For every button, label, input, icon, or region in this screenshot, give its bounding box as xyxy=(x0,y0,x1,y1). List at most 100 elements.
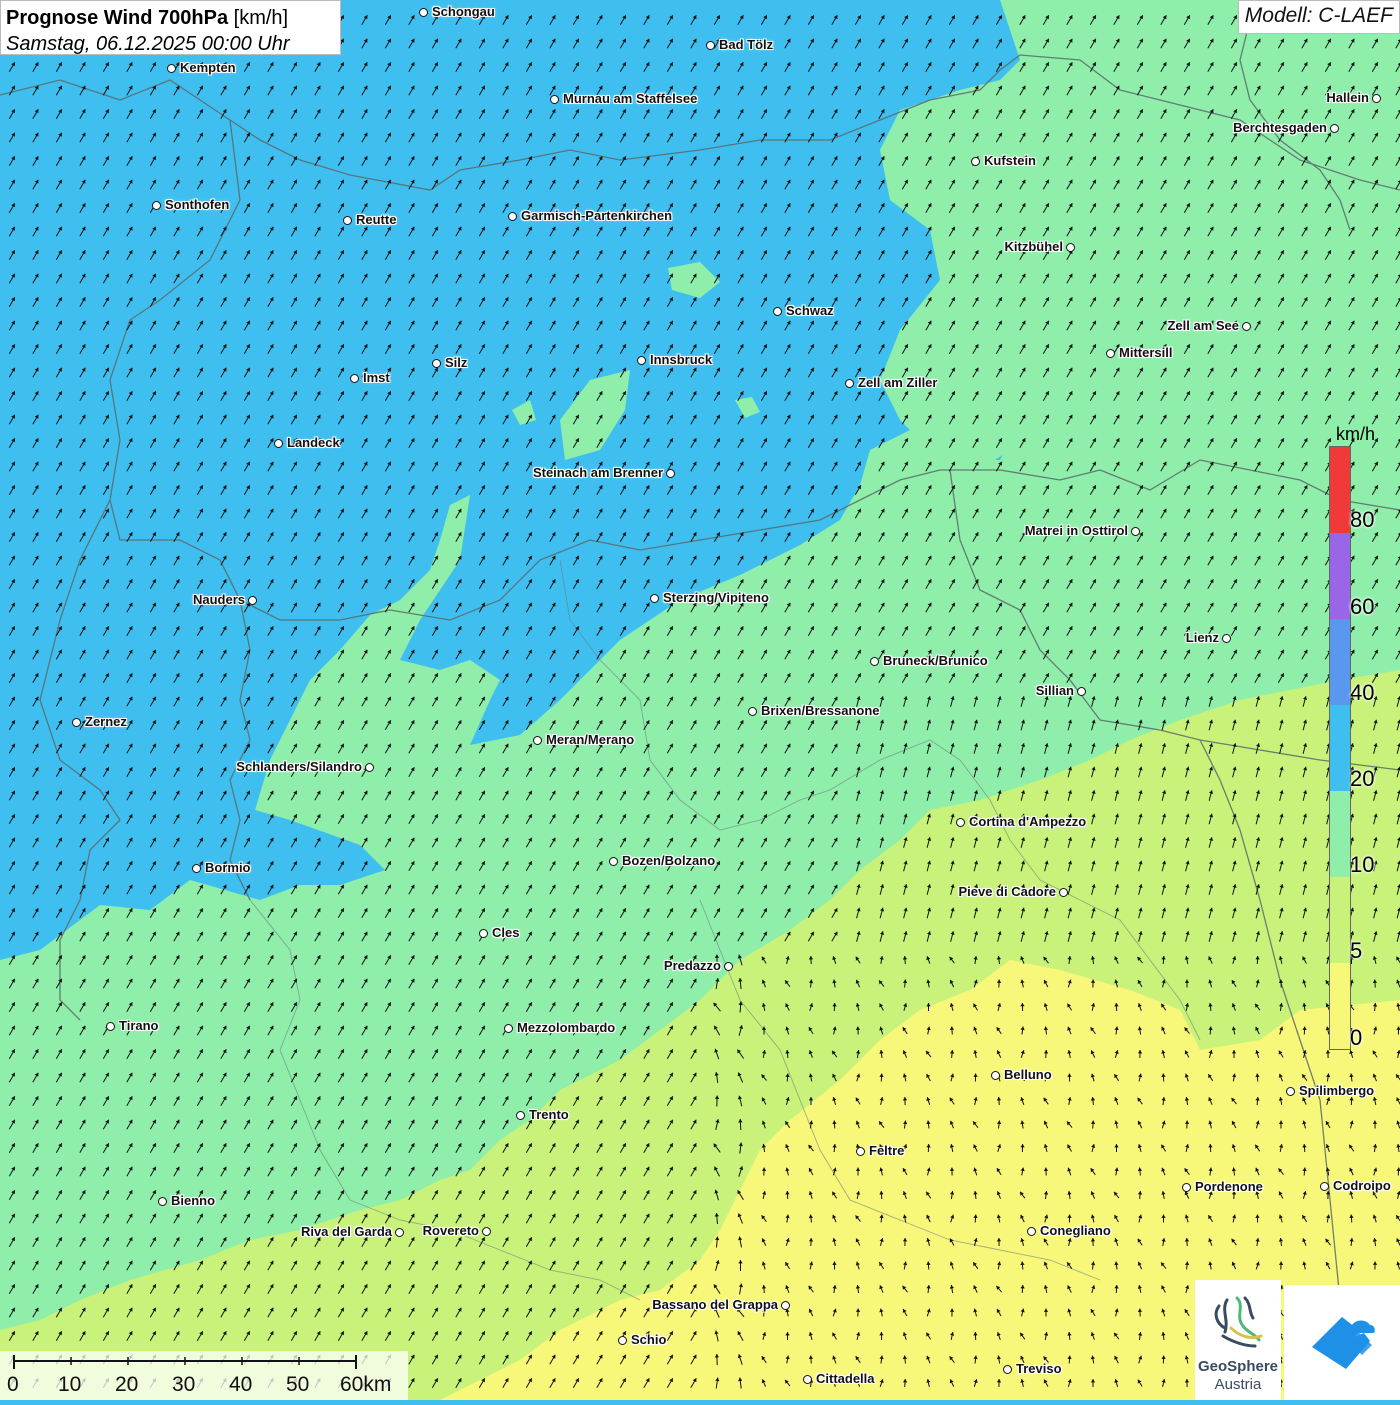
city-marker xyxy=(274,439,283,448)
city-label: Cles xyxy=(492,925,519,940)
city-label: Steinach am Brenner xyxy=(533,465,663,480)
city-label: Pordenone xyxy=(1195,1179,1263,1194)
legend-seg-0-5 xyxy=(1329,963,1351,1050)
legend-seg-10-20 xyxy=(1329,791,1351,877)
city-marker xyxy=(781,1301,790,1310)
city-marker xyxy=(991,1071,1000,1080)
city-marker xyxy=(1106,349,1115,358)
city-marker xyxy=(248,596,257,605)
city-label: Murnau am Staffelsee xyxy=(563,91,697,106)
city-label: Mittersill xyxy=(1119,345,1172,360)
map-title-unit: [km/h] xyxy=(228,7,288,29)
city-label: Bormio xyxy=(205,860,251,875)
scale-label-0: 0 xyxy=(7,1373,19,1397)
city-label: Brixen/Bressanone xyxy=(761,703,880,718)
city-marker xyxy=(1059,888,1068,897)
city-marker xyxy=(1320,1182,1329,1191)
city-label: Schlanders/Silandro xyxy=(236,759,362,774)
city-label: Cittadella xyxy=(816,1371,875,1386)
city-marker xyxy=(516,1111,525,1120)
city-marker xyxy=(1242,322,1251,331)
weather-app-logo[interactable] xyxy=(1284,1285,1400,1400)
city-marker xyxy=(971,157,980,166)
city-label: Kempten xyxy=(180,60,236,75)
city-marker xyxy=(666,469,675,478)
city-marker xyxy=(482,1227,491,1236)
city-marker xyxy=(167,64,176,73)
city-marker xyxy=(1003,1365,1012,1374)
city-label: Meran/Merano xyxy=(546,732,634,747)
city-marker xyxy=(618,1336,627,1345)
city-marker xyxy=(508,212,517,221)
legend-seg-60-80 xyxy=(1329,533,1351,619)
city-label: Schio xyxy=(631,1332,666,1347)
city-marker xyxy=(803,1375,812,1384)
weather-app-logo-icon xyxy=(1284,1285,1400,1400)
city-label: Treviso xyxy=(1016,1361,1062,1376)
city-marker xyxy=(637,356,646,365)
city-marker xyxy=(748,707,757,716)
city-label: Trento xyxy=(529,1107,569,1122)
city-label: Hallein xyxy=(1326,90,1369,105)
scale-label-60km: 60km xyxy=(340,1373,391,1397)
legend-label-20: 20 xyxy=(1350,766,1374,792)
city-label: Imst xyxy=(363,370,390,385)
city-marker xyxy=(1330,124,1339,133)
city-label: Garmisch-Partenkirchen xyxy=(521,208,672,223)
city-marker xyxy=(1182,1183,1191,1192)
city-marker xyxy=(1077,687,1086,696)
city-marker xyxy=(550,95,559,104)
city-label: Sonthofen xyxy=(165,197,229,212)
city-label: Lienz xyxy=(1186,630,1219,645)
city-marker xyxy=(533,736,542,745)
legend-label-40: 40 xyxy=(1350,680,1374,706)
geosphere-logo-line2: Austria xyxy=(1195,1376,1281,1393)
legend-seg-5-10 xyxy=(1329,877,1351,963)
city-marker xyxy=(72,718,81,727)
city-marker xyxy=(395,1228,404,1237)
city-label: Belluno xyxy=(1004,1067,1052,1082)
city-marker xyxy=(870,657,879,666)
city-label: Sillian xyxy=(1036,683,1074,698)
city-marker xyxy=(350,374,359,383)
city-label: Mezzolombardo xyxy=(517,1020,615,1035)
city-label: Codroipo xyxy=(1333,1178,1391,1193)
city-label: Berchtesgaden xyxy=(1233,120,1327,135)
scale-label-20: 20 xyxy=(115,1373,138,1397)
city-marker xyxy=(724,962,733,971)
city-label: Zernez xyxy=(85,714,127,729)
scale-label-10: 10 xyxy=(58,1373,81,1397)
color-legend: km/h 80 60 40 20 10 5 0 xyxy=(1326,420,1388,1055)
city-marker xyxy=(504,1024,513,1033)
geosphere-logo-line1: GeoSphere xyxy=(1195,1358,1281,1375)
city-marker xyxy=(1222,634,1231,643)
city-marker xyxy=(365,763,374,772)
geosphere-logo[interactable]: GeoSphere Austria xyxy=(1195,1280,1281,1400)
legend-seg-80-plus xyxy=(1329,446,1351,534)
legend-unit: km/h xyxy=(1336,424,1375,445)
map-title: Prognose Wind 700hPa [km/h] xyxy=(6,5,332,31)
city-label: Schongau xyxy=(432,4,495,19)
city-label: Innsbruck xyxy=(650,352,712,367)
city-label: Kitzbühel xyxy=(1005,239,1064,254)
city-marker xyxy=(343,216,352,225)
city-label: Reutte xyxy=(356,212,396,227)
scale-label-30: 30 xyxy=(172,1373,195,1397)
legend-seg-20-40 xyxy=(1329,705,1351,791)
legend-label-10: 10 xyxy=(1350,852,1374,878)
city-label: Bienno xyxy=(171,1193,215,1208)
map-title-main: Prognose Wind 700hPa xyxy=(6,7,228,29)
city-label: Zell am See xyxy=(1167,318,1239,333)
city-label: Zell am Ziller xyxy=(858,375,937,390)
legend-label-60: 60 xyxy=(1350,594,1374,620)
city-label: Predazzo xyxy=(664,958,721,973)
city-label: Riva del Garda xyxy=(301,1224,392,1239)
city-label: Rovereto xyxy=(423,1223,479,1238)
city-marker xyxy=(650,594,659,603)
city-label: Nauders xyxy=(193,592,245,607)
city-marker xyxy=(152,201,161,210)
city-marker xyxy=(1286,1087,1295,1096)
legend-label-5: 5 xyxy=(1350,938,1362,964)
city-marker xyxy=(192,864,201,873)
city-label: Sterzing/Vipiteno xyxy=(663,590,769,605)
